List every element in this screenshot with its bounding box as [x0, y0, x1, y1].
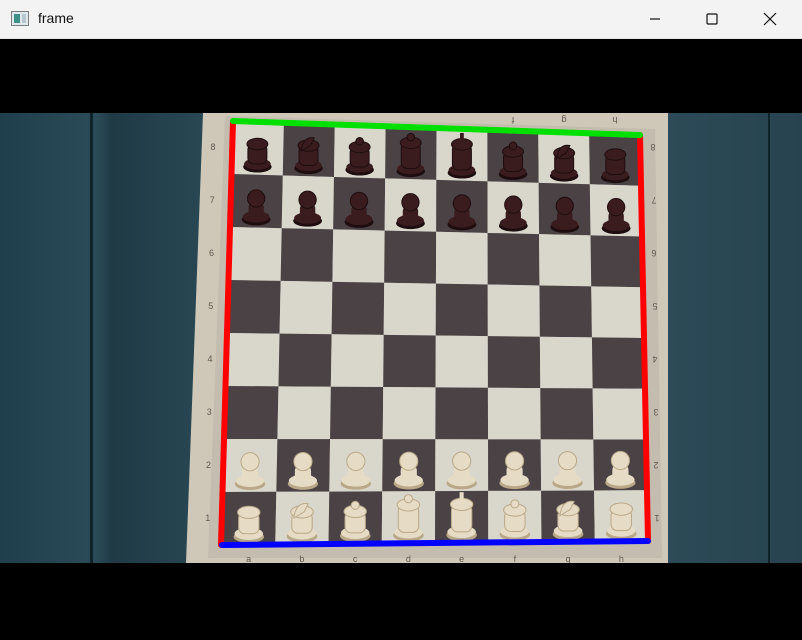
board-square-g6: [539, 234, 592, 287]
board-square-f5: [487, 284, 540, 337]
board-square-f3: [487, 387, 541, 440]
board-square-b6: [280, 228, 334, 282]
camera-image: 8 8 7 7 6 6 5 5 4 4 3 3 2 2 1 1 a b c d e f g h f g h: [0, 113, 802, 563]
chess-piece-knight-dark: [549, 144, 579, 182]
file-label-bottom: c: [352, 554, 358, 563]
board-square-a6: [228, 227, 282, 281]
board-square-d5: [383, 282, 436, 336]
title-bar: frame: [0, 0, 802, 39]
rank-label-left: 5: [208, 300, 214, 311]
board-square-g5: [539, 285, 592, 338]
rank-label-right: 1: [654, 512, 660, 523]
board-square-a5: [227, 280, 281, 334]
board-square-c5: [331, 281, 385, 335]
rank-label-left: 3: [206, 406, 212, 417]
file-label-bottom: a: [246, 554, 252, 563]
board-square-a3: [224, 386, 279, 440]
rank-label-left: 6: [208, 247, 214, 258]
rank-label-right: 5: [652, 300, 658, 311]
close-icon: [763, 12, 777, 26]
board-square-g3: [540, 388, 594, 440]
minimize-icon: [650, 18, 660, 20]
maximize-icon: [706, 13, 718, 25]
rank-label-left: 7: [209, 194, 215, 205]
board-square-c6: [332, 229, 385, 283]
rank-label-right: 4: [652, 353, 658, 364]
board-square-c3: [330, 386, 384, 440]
rank-label-right: 7: [651, 194, 657, 205]
file-label-bottom: e: [459, 554, 465, 563]
board-square-h6: [590, 235, 643, 288]
board-square-b4: [278, 333, 332, 387]
file-label-top: h: [612, 115, 618, 125]
maximize-button[interactable]: [684, 0, 740, 38]
file-label-bottom: h: [618, 554, 624, 563]
file-label-top: g: [561, 115, 567, 125]
board-square-h5: [591, 286, 644, 338]
board-square-h3: [592, 388, 646, 440]
file-label-bottom: f: [513, 554, 517, 563]
board-square-a4: [226, 333, 280, 387]
board-edge-bottom-line: [219, 538, 651, 548]
chess-piece-rook-dark: [601, 148, 630, 184]
file-label-top: f: [511, 115, 515, 125]
file-label-bottom: b: [299, 554, 305, 563]
file-label-bottom: g: [565, 554, 571, 563]
file-label-bottom: d: [405, 554, 411, 563]
rank-label-right: 8: [650, 141, 656, 152]
rank-label-left: 2: [205, 459, 211, 470]
board-square-d3: [382, 387, 436, 440]
minimize-button[interactable]: [627, 0, 683, 38]
rank-label-left: 4: [207, 353, 213, 364]
video-frame: 8 8 7 7 6 6 5 5 4 4 3 3 2 2 1 1 a b c d e f g h f g h: [0, 39, 802, 640]
rank-label-right: 6: [651, 247, 657, 258]
board-square-e4: [435, 335, 488, 388]
board-square-g4: [539, 336, 593, 389]
app-icon: [11, 11, 29, 26]
chess-piece-rook-dark: [243, 137, 272, 173]
board-square-e6: [435, 231, 488, 285]
rank-label-right: 2: [653, 459, 659, 470]
board-square-b5: [279, 280, 333, 335]
board-square-e5: [435, 283, 488, 337]
board-square-d6: [384, 230, 437, 284]
window-title: frame: [38, 10, 74, 26]
board-square-d4: [383, 334, 436, 388]
rank-label-right: 3: [653, 406, 659, 417]
rank-label-left: 8: [210, 141, 216, 152]
board-square-f6: [487, 232, 540, 286]
chess-piece-knight-dark: [294, 137, 323, 175]
chessboard: [186, 113, 668, 563]
board-square-b3: [277, 386, 331, 440]
board-square-f4: [487, 336, 541, 389]
rank-label-left: 1: [205, 512, 211, 523]
board-square-h4: [591, 337, 645, 389]
close-button[interactable]: [742, 0, 798, 38]
board-square-c4: [330, 334, 384, 388]
board-square-e3: [435, 387, 489, 440]
